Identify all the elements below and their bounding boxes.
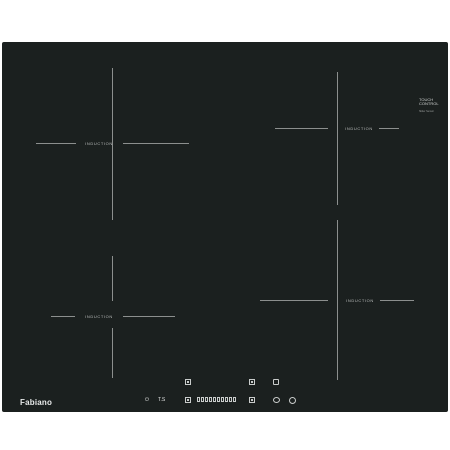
zone-1-label: INDUCTION xyxy=(85,141,113,146)
slider-segment[interactable] xyxy=(225,397,228,402)
brand-logo: Fabiano xyxy=(20,398,53,407)
zone-select-key-top-right[interactable] xyxy=(249,379,255,385)
zone-select-key-bottom-right[interactable] xyxy=(249,397,255,403)
logo-line-2: CONTROL xyxy=(419,101,439,106)
zone-2-vertical-marking-top xyxy=(112,256,113,301)
cooktop-glass-surface: TOUCH CONTROL Slider Sensor INDUCTION IN… xyxy=(2,42,448,412)
zone-2-label: INDUCTION xyxy=(85,314,113,319)
logo-sub: Slider Sensor xyxy=(419,110,435,113)
slider-segment[interactable] xyxy=(209,397,212,402)
zone-2-vertical-marking-bottom xyxy=(112,328,113,378)
zone-3-vertical-marking xyxy=(337,72,338,205)
slider-segment[interactable] xyxy=(205,397,208,402)
slider-segment[interactable] xyxy=(233,397,236,402)
slider-segment[interactable] xyxy=(201,397,204,402)
plus-button[interactable] xyxy=(289,397,296,404)
timer-button[interactable]: T.S xyxy=(158,397,165,403)
lock-key[interactable] xyxy=(273,379,279,385)
minus-button[interactable] xyxy=(273,397,280,403)
slider-segment[interactable] xyxy=(213,397,216,402)
zone-4-left-marking xyxy=(260,300,328,301)
slider-segment[interactable] xyxy=(221,397,224,402)
power-button[interactable]: ⏻ xyxy=(145,397,149,403)
slider-segment[interactable] xyxy=(217,397,220,402)
zone-3-label: INDUCTION xyxy=(345,126,373,131)
slider-segment[interactable] xyxy=(197,397,200,402)
zone-4-label: INDUCTION xyxy=(346,298,374,303)
zone-select-key-top-left[interactable] xyxy=(185,379,191,385)
slider-segment[interactable] xyxy=(229,397,232,402)
zone-3-left-marking xyxy=(275,128,328,129)
touch-control-logo: TOUCH CONTROL Slider Sensor xyxy=(419,98,443,114)
power-slider[interactable] xyxy=(197,397,236,402)
zone-select-key-bottom-left[interactable] xyxy=(185,397,191,403)
